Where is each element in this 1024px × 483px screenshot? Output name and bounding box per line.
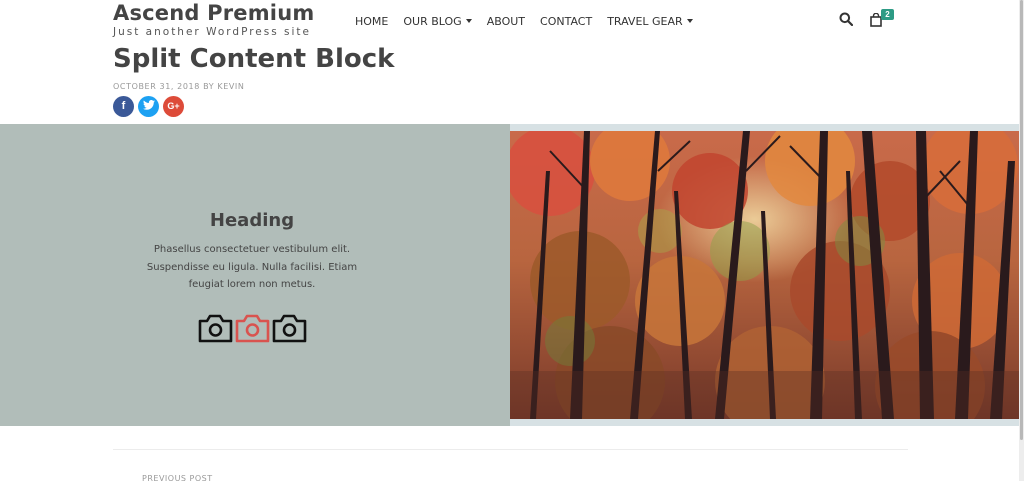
nav-item-about[interactable]: ABOUT <box>487 13 525 29</box>
nav-item-travel-gear[interactable]: TRAVEL GEAR <box>607 13 693 29</box>
site-title[interactable]: Ascend Premium <box>113 1 314 25</box>
split-content-panel: Heading Phasellus consectetuer vestibulu… <box>0 124 510 426</box>
nav-item-our-blog[interactable]: OUR BLOG <box>403 13 472 29</box>
split-heading: Heading <box>209 210 295 231</box>
social-share: f G+ <box>113 96 188 117</box>
split-text: Phasellus consectetuer vestibulum elit. … <box>146 244 358 290</box>
google-plus-icon: G+ <box>167 101 180 111</box>
split-content-block: Heading Phasellus consectetuer vestibulu… <box>0 124 1020 426</box>
nav-item-label: TRAVEL GEAR <box>607 14 683 28</box>
autumn-forest-image <box>510 131 1019 419</box>
camera-icon <box>235 314 270 343</box>
caret-down-icon <box>686 19 693 23</box>
post-meta: OCTOBER 31, 2018 BY KEVIN <box>113 82 245 91</box>
post-title: Split Content Block <box>113 44 395 74</box>
facebook-icon: f <box>121 100 126 112</box>
site-header: Ascend Premium Just another WordPress si… <box>0 0 1024 48</box>
nav-item-contact[interactable]: CONTACT <box>540 13 592 29</box>
previous-post-link[interactable]: PREVIOUS POST <box>142 474 213 483</box>
nav-item-label: CONTACT <box>540 14 593 28</box>
camera-icon <box>198 314 233 343</box>
facebook-share-button[interactable]: f <box>113 96 134 117</box>
site-tagline: Just another WordPress site <box>113 26 312 38</box>
nav-item-label: OUR BLOG <box>403 14 462 28</box>
twitter-share-button[interactable] <box>138 96 159 117</box>
camera-icon <box>272 314 307 343</box>
caret-down-icon <box>465 19 472 23</box>
google-plus-share-button[interactable]: G+ <box>163 96 184 117</box>
cart-button[interactable]: 2 <box>869 9 895 29</box>
cart-count-badge: 2 <box>881 9 894 20</box>
scrollbar-thumb[interactable] <box>1020 0 1023 440</box>
search-icon[interactable] <box>839 12 853 26</box>
nav-item-label: ABOUT <box>486 14 526 28</box>
main-nav: HOME OUR BLOG ABOUT CONTACT TRAVEL GEAR <box>355 13 708 29</box>
nav-item-home[interactable]: HOME <box>355 13 388 29</box>
content-divider <box>113 449 908 450</box>
camera-icon-group <box>198 314 307 343</box>
twitter-icon <box>142 100 155 112</box>
nav-item-label: HOME <box>355 14 389 28</box>
